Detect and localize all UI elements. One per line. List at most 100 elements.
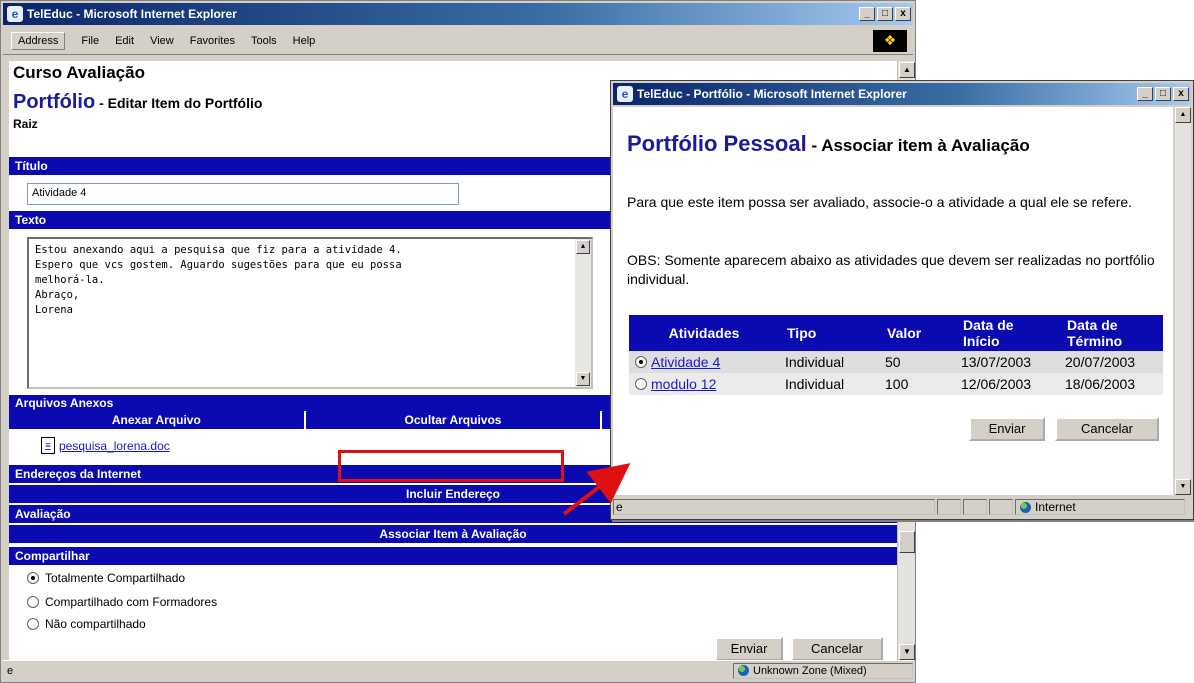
popup-instructions: Para que este item possa ser avaliado, a… bbox=[627, 194, 1133, 210]
globe-icon bbox=[1020, 501, 1031, 513]
main-titlebar[interactable]: e TelEduc - Microsoft Internet Explorer … bbox=[3, 3, 913, 25]
popup-enviar-button[interactable]: Enviar bbox=[969, 417, 1045, 441]
inicio-cell: 13/07/2003 bbox=[955, 351, 1059, 373]
popup-cancelar-button[interactable]: Cancelar bbox=[1055, 417, 1159, 441]
menu-favorites[interactable]: Favorites bbox=[190, 35, 235, 47]
enviar-button[interactable]: Enviar bbox=[715, 637, 783, 661]
popup-browser-window: e TelEduc - Portfólio - Microsoft Intern… bbox=[610, 80, 1194, 520]
windows-logo-icon: ❖ bbox=[873, 29, 907, 52]
termino-cell: 18/06/2003 bbox=[1059, 373, 1163, 395]
attached-file-link[interactable]: ≡ pesquisa_lorena.doc bbox=[41, 437, 170, 454]
attached-file-name[interactable]: pesquisa_lorena.doc bbox=[59, 439, 170, 453]
maximize-button[interactable]: □ bbox=[1155, 87, 1171, 101]
column-header: Atividades bbox=[629, 315, 779, 351]
scroll-up-icon[interactable]: ▲ bbox=[1175, 107, 1191, 123]
menu-view[interactable]: View bbox=[150, 35, 174, 47]
popup-titlebar[interactable]: e TelEduc - Portfólio - Microsoft Intern… bbox=[613, 83, 1191, 105]
status-segment bbox=[937, 499, 961, 515]
valor-cell: 50 bbox=[879, 351, 955, 373]
menu-file[interactable]: File bbox=[81, 35, 99, 47]
radio-checked-icon[interactable] bbox=[635, 355, 647, 368]
menu-tools[interactable]: Tools bbox=[251, 35, 277, 47]
popup-heading-subtitle: - Associar item à Avaliação bbox=[806, 136, 1030, 155]
scroll-down-icon[interactable]: ▼ bbox=[899, 644, 915, 660]
security-zone: Unknown Zone (Mixed) bbox=[733, 662, 913, 679]
ocultar-arquivos-button[interactable]: Ocultar Arquivos bbox=[303, 411, 601, 429]
window-controls: _ □ x bbox=[859, 7, 913, 21]
scroll-up-icon[interactable]: ▲ bbox=[899, 62, 915, 78]
anexar-arquivo-button[interactable]: Anexar Arquivo bbox=[9, 411, 304, 429]
compartilhar-header: Compartilhar bbox=[9, 547, 897, 565]
close-button[interactable]: x bbox=[1173, 87, 1189, 101]
popup-window-controls: _ □ x bbox=[1137, 87, 1191, 101]
minimize-button[interactable]: _ bbox=[859, 7, 875, 21]
termino-cell: 20/07/2003 bbox=[1059, 351, 1163, 373]
column-header: Data de Início bbox=[955, 315, 1059, 351]
share-option-label: Compartilhado com Formadores bbox=[45, 595, 218, 609]
scroll-up-icon[interactable]: ▲ bbox=[576, 240, 590, 254]
activity-cell: modulo 12 bbox=[629, 373, 779, 395]
inicio-cell: 12/06/2003 bbox=[955, 373, 1059, 395]
radio-icon[interactable] bbox=[27, 596, 39, 608]
radio-icon[interactable] bbox=[635, 377, 647, 390]
column-header: Valor bbox=[879, 315, 955, 351]
document-icon: ≡ bbox=[41, 437, 55, 454]
scroll-down-icon[interactable]: ▼ bbox=[1175, 479, 1191, 495]
popup-statusbar: e Internet bbox=[613, 497, 1191, 517]
column-header: Data de Término bbox=[1059, 315, 1163, 351]
globe-icon bbox=[738, 665, 749, 676]
highlight-box bbox=[338, 450, 564, 482]
status-segment bbox=[963, 499, 987, 515]
tipo-cell: Individual bbox=[779, 351, 879, 373]
column-header: Tipo bbox=[779, 315, 879, 351]
activity-link[interactable]: Atividade 4 bbox=[651, 354, 720, 370]
share-option-total[interactable]: Totalmente Compartilhado bbox=[27, 571, 185, 585]
popup-heading: Portfólio Pessoal - Associar item à Aval… bbox=[627, 131, 1030, 157]
share-option-formadores[interactable]: Compartilhado com Formadores bbox=[27, 595, 217, 609]
address-button[interactable]: Address bbox=[11, 31, 66, 50]
radio-checked-icon[interactable] bbox=[27, 572, 39, 584]
breadcrumb-root[interactable]: Raiz bbox=[13, 117, 38, 131]
menu-help[interactable]: Help bbox=[293, 35, 316, 47]
page-status-icon: e bbox=[7, 664, 14, 677]
menu-edit[interactable]: Edit bbox=[115, 35, 134, 47]
activities-table: Atividades Tipo Valor Data de Início Dat… bbox=[629, 315, 1163, 395]
maximize-button[interactable]: □ bbox=[877, 7, 893, 21]
page-title-subtitle: - Editar Item do Portfólio bbox=[95, 95, 263, 111]
popup-note: OBS: Somente aparecem abaixo as atividad… bbox=[627, 252, 1155, 287]
scroll-down-icon[interactable]: ▼ bbox=[576, 372, 590, 386]
page-title: Portfólio - Editar Item do Portfólio bbox=[13, 91, 262, 114]
popup-status-main: e bbox=[613, 499, 935, 515]
course-title: Curso Avaliação bbox=[13, 63, 145, 82]
cancelar-button[interactable]: Cancelar bbox=[791, 637, 883, 661]
close-button[interactable]: x bbox=[895, 7, 911, 21]
titulo-input[interactable]: Atividade 4 bbox=[27, 183, 459, 205]
share-option-label: Não compartilhado bbox=[45, 617, 146, 631]
ie-icon: e bbox=[617, 86, 633, 102]
valor-cell: 100 bbox=[879, 373, 955, 395]
share-option-nao[interactable]: Não compartilhado bbox=[27, 617, 146, 631]
popup-window-title: TelEduc - Portfólio - Microsoft Internet… bbox=[637, 87, 907, 101]
activity-link[interactable]: modulo 12 bbox=[651, 376, 716, 392]
activity-cell: Atividade 4 bbox=[629, 351, 779, 373]
popup-page-content: Portfólio Pessoal - Associar item à Aval… bbox=[613, 107, 1173, 495]
menubar: Address File Edit View Favorites Tools H… bbox=[3, 27, 913, 55]
texto-textarea[interactable]: Estou anexando aqui a pesquisa que fiz p… bbox=[27, 237, 593, 389]
textarea-scrollbar[interactable]: ▲ ▼ bbox=[575, 239, 591, 387]
page-status-icon: e bbox=[616, 500, 623, 514]
scroll-thumb[interactable] bbox=[899, 531, 915, 553]
popup-security-zone: Internet bbox=[1015, 499, 1185, 515]
status-segment bbox=[989, 499, 1013, 515]
share-option-label: Totalmente Compartilhado bbox=[45, 571, 186, 585]
table-row: modulo 12 Individual 100 12/06/2003 18/0… bbox=[629, 373, 1163, 395]
table-row: Atividade 4 Individual 50 13/07/2003 20/… bbox=[629, 351, 1163, 373]
radio-icon[interactable] bbox=[27, 618, 39, 630]
page-title-app: Portfólio bbox=[13, 91, 96, 113]
popup-scrollbar[interactable]: ▲ ▼ bbox=[1175, 107, 1191, 495]
security-zone-label: Unknown Zone (Mixed) bbox=[753, 664, 867, 677]
popup-zone-label: Internet bbox=[1035, 500, 1076, 514]
associar-avaliacao-button[interactable]: Associar Item à Avaliação bbox=[9, 525, 897, 543]
table-header-row: Atividades Tipo Valor Data de Início Dat… bbox=[629, 315, 1163, 351]
minimize-button[interactable]: _ bbox=[1137, 87, 1153, 101]
ie-icon: e bbox=[7, 6, 23, 22]
